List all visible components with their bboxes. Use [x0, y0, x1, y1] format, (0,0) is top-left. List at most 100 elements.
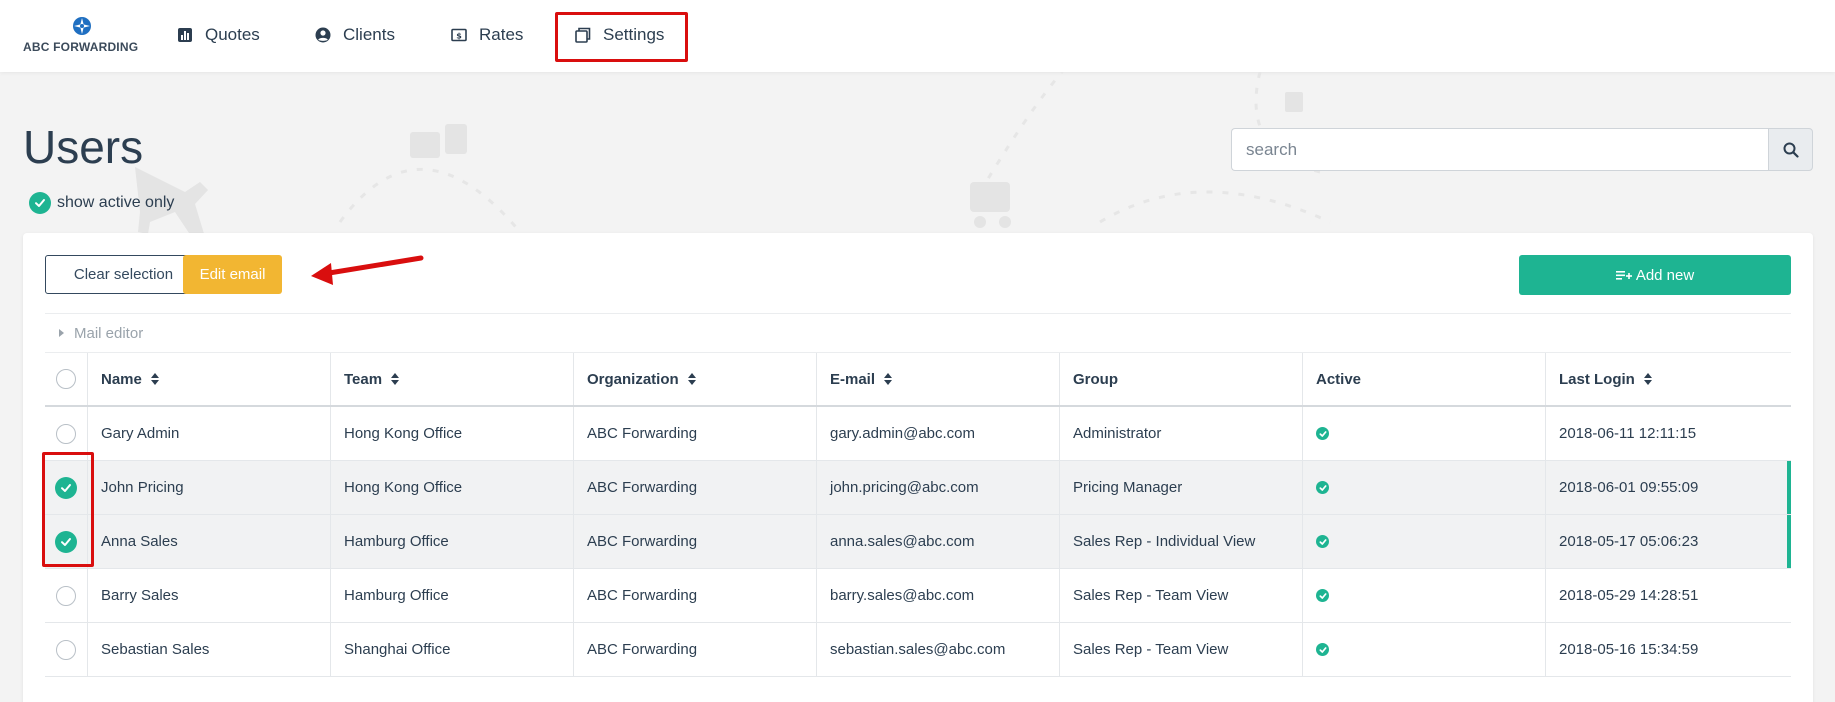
row-select-cell	[45, 407, 88, 460]
cell-last-login: 2018-06-01 09:55:09	[1559, 479, 1699, 496]
search-input[interactable]	[1231, 128, 1768, 171]
dollar-bill-icon: $	[451, 28, 467, 42]
cell-active	[1303, 569, 1546, 622]
cell-group: Sales Rep - Team View	[1060, 623, 1303, 676]
column-label: Group	[1073, 370, 1118, 388]
column-label: Organization	[587, 370, 679, 388]
cell-team: Hong Kong Office	[331, 461, 574, 514]
search-icon	[1783, 142, 1799, 158]
row-checkbox[interactable]	[56, 639, 76, 660]
table-body: Gary Admin Hong Kong Office ABC Forwardi…	[45, 407, 1791, 677]
cell-last-login: 2018-05-29 14:28:51	[1559, 587, 1699, 604]
nav-label: Quotes	[205, 25, 260, 44]
nav-item-clients[interactable]: Clients	[315, 22, 395, 48]
row-select-cell	[45, 569, 88, 622]
row-select-cell	[45, 461, 88, 514]
column-header-active: Active	[1303, 353, 1546, 405]
cell-organization: ABC Forwarding	[574, 569, 817, 622]
row-checkbox-checked[interactable]	[55, 476, 77, 499]
column-header-team[interactable]: Team	[331, 353, 574, 405]
cell-last-login: 2018-05-17 05:06:23	[1559, 533, 1699, 550]
cell-active	[1303, 515, 1546, 568]
cell-team: Hamburg Office	[331, 515, 574, 568]
active-check-icon	[1316, 427, 1329, 440]
sort-icon	[687, 373, 696, 385]
check-circle-icon	[29, 192, 51, 214]
sort-icon	[391, 373, 400, 385]
add-new-label: Add new	[1635, 266, 1695, 284]
row-select-cell	[45, 623, 88, 676]
clear-selection-button[interactable]: Clear selection	[45, 255, 202, 294]
show-active-label: show active only	[57, 194, 175, 211]
cell-last-login: 2018-05-16 15:34:59	[1559, 641, 1699, 658]
brand-logo[interactable]: ABC FORWARDING	[23, 16, 139, 56]
select-all-cell	[45, 353, 88, 405]
users-table: Name Team Organization E-mail Group Acti…	[45, 353, 1791, 677]
cell-organization: ABC Forwarding	[574, 623, 817, 676]
row-checkbox[interactable]	[56, 423, 76, 444]
mail-editor-label: Mail editor	[74, 324, 144, 342]
cell-group: Administrator	[1060, 407, 1303, 460]
cell-organization: ABC Forwarding	[574, 461, 817, 514]
nav-item-rates[interactable]: $ Rates	[451, 22, 523, 48]
annotation-arrow	[311, 255, 424, 285]
show-active-toggle[interactable]: show active only	[29, 192, 174, 214]
cell-organization: ABC Forwarding	[574, 407, 817, 460]
row-select-cell	[45, 515, 88, 568]
column-header-group: Group	[1060, 353, 1303, 405]
mail-editor-toggle[interactable]: Mail editor	[45, 313, 1791, 353]
column-header-email[interactable]: E-mail	[817, 353, 1060, 405]
cell-organization: ABC Forwarding	[574, 515, 817, 568]
table-row[interactable]: John Pricing Hong Kong Office ABC Forwar…	[45, 461, 1791, 515]
sort-icon	[150, 373, 159, 385]
column-header-organization[interactable]: Organization	[574, 353, 817, 405]
cell-group: Pricing Manager	[1060, 461, 1303, 514]
sort-icon	[884, 373, 893, 385]
cell-last-login: 2018-06-11 12:11:15	[1559, 425, 1697, 442]
cell-team: Hong Kong Office	[331, 407, 574, 460]
active-check-icon	[1316, 535, 1329, 548]
column-label: Active	[1316, 370, 1362, 388]
column-label: Name	[101, 370, 142, 388]
nav-label: Rates	[479, 25, 524, 44]
cell-email: john.pricing@abc.com	[817, 461, 1060, 514]
page-title: Users	[23, 121, 144, 173]
add-list-icon	[1615, 271, 1632, 280]
edit-email-button[interactable]: Edit email	[183, 255, 282, 294]
column-header-last-login[interactable]: Last Login	[1546, 353, 1791, 405]
cell-email: gary.admin@abc.com	[817, 407, 1060, 460]
column-label: Team	[344, 370, 383, 388]
table-row[interactable]: Anna Sales Hamburg Office ABC Forwarding…	[45, 515, 1791, 569]
table-row[interactable]: Barry Sales Hamburg Office ABC Forwardin…	[45, 569, 1791, 623]
column-label: Last Login	[1559, 370, 1635, 388]
table-row[interactable]: Gary Admin Hong Kong Office ABC Forwardi…	[45, 407, 1791, 461]
windows-icon	[575, 27, 591, 43]
cell-email: anna.sales@abc.com	[817, 515, 1060, 568]
cell-active	[1303, 407, 1546, 460]
cell-email: sebastian.sales@abc.com	[817, 623, 1060, 676]
column-header-name[interactable]: Name	[88, 353, 331, 405]
active-check-icon	[1316, 643, 1329, 656]
nav-label: Settings	[603, 25, 665, 44]
cell-name: Gary Admin	[88, 407, 331, 460]
nav-item-settings[interactable]: Settings	[575, 22, 664, 48]
brand-name: ABC FORWARDING	[23, 40, 139, 54]
svg-text:$: $	[456, 32, 462, 41]
table-header-row: Name Team Organization E-mail Group Acti…	[45, 353, 1791, 407]
search-button[interactable]	[1768, 128, 1813, 171]
cell-team: Shanghai Office	[331, 623, 574, 676]
active-check-icon	[1316, 481, 1329, 494]
cell-name: Barry Sales	[88, 569, 331, 622]
row-checkbox-checked[interactable]	[55, 530, 77, 553]
cell-email: barry.sales@abc.com	[817, 569, 1060, 622]
nav-item-quotes[interactable]: Quotes	[177, 22, 260, 48]
cell-active	[1303, 461, 1546, 514]
add-new-button[interactable]: Add new	[1519, 255, 1791, 295]
table-row[interactable]: Sebastian Sales Shanghai Office ABC Forw…	[45, 623, 1791, 677]
sort-icon	[1643, 373, 1652, 385]
cell-group: Sales Rep - Team View	[1060, 569, 1303, 622]
cell-name: Anna Sales	[88, 515, 331, 568]
select-all-checkbox[interactable]	[56, 369, 76, 389]
row-checkbox[interactable]	[56, 585, 76, 606]
cell-name: Sebastian Sales	[88, 623, 331, 676]
